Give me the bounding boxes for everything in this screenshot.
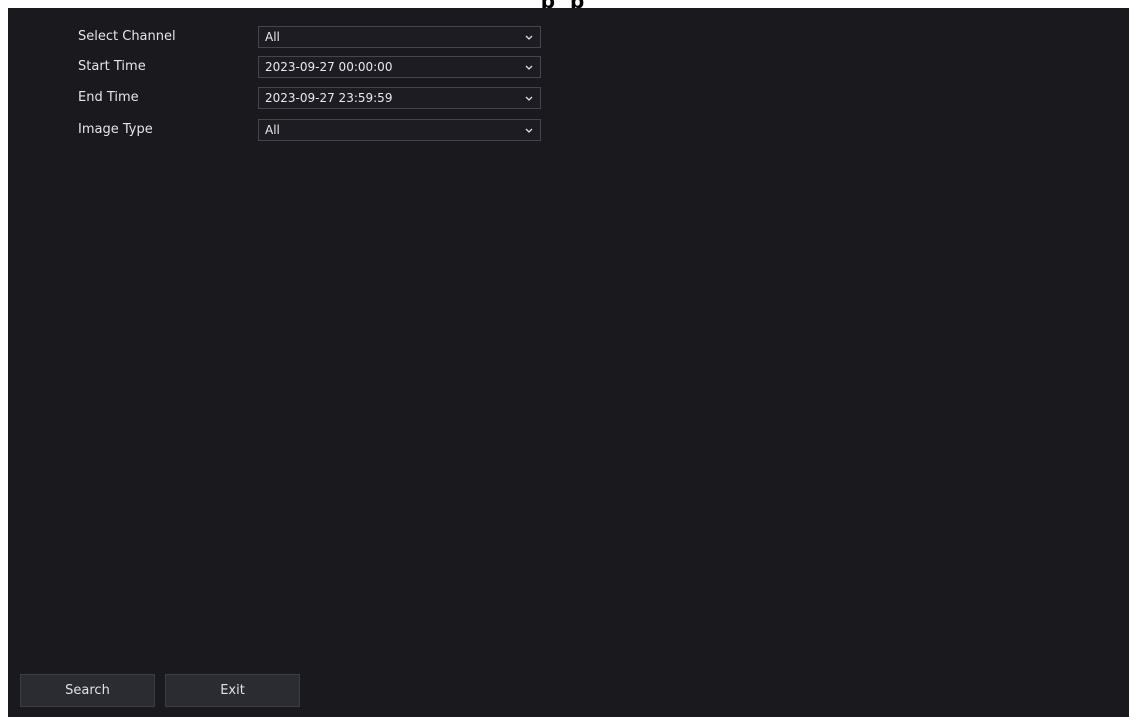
exit-button[interactable]: Exit: [165, 674, 300, 707]
search-panel: Select Channel All Start Time 2023-09-27…: [8, 8, 1129, 717]
select-channel-dropdown[interactable]: All: [258, 26, 541, 48]
field-row-image-type: Image Type All: [8, 119, 1129, 141]
chevron-down-icon: [525, 128, 533, 133]
chevron-down-icon: [525, 96, 533, 101]
select-channel-value: All: [265, 30, 280, 44]
image-type-dropdown[interactable]: All: [258, 119, 541, 141]
field-row-select-channel: Select Channel All: [8, 26, 1129, 48]
chevron-down-icon: [525, 65, 533, 70]
end-time-label: End Time: [78, 90, 139, 105]
start-time-label: Start Time: [78, 59, 146, 74]
image-type-value: All: [265, 123, 280, 137]
field-row-start-time: Start Time 2023-09-27 00:00:00: [8, 56, 1129, 78]
field-row-end-time: End Time 2023-09-27 23:59:59: [8, 87, 1129, 109]
top-strip: p p: [0, 0, 1129, 8]
dialog-title-fragment: p p: [0, 0, 1129, 8]
end-time-value: 2023-09-27 23:59:59: [265, 91, 393, 105]
start-time-dropdown[interactable]: 2023-09-27 00:00:00: [258, 56, 541, 78]
search-button[interactable]: Search: [20, 674, 155, 707]
chevron-down-icon: [525, 35, 533, 40]
select-channel-label: Select Channel: [78, 29, 176, 44]
image-type-label: Image Type: [78, 122, 153, 137]
start-time-value: 2023-09-27 00:00:00: [265, 60, 393, 74]
end-time-dropdown[interactable]: 2023-09-27 23:59:59: [258, 87, 541, 109]
